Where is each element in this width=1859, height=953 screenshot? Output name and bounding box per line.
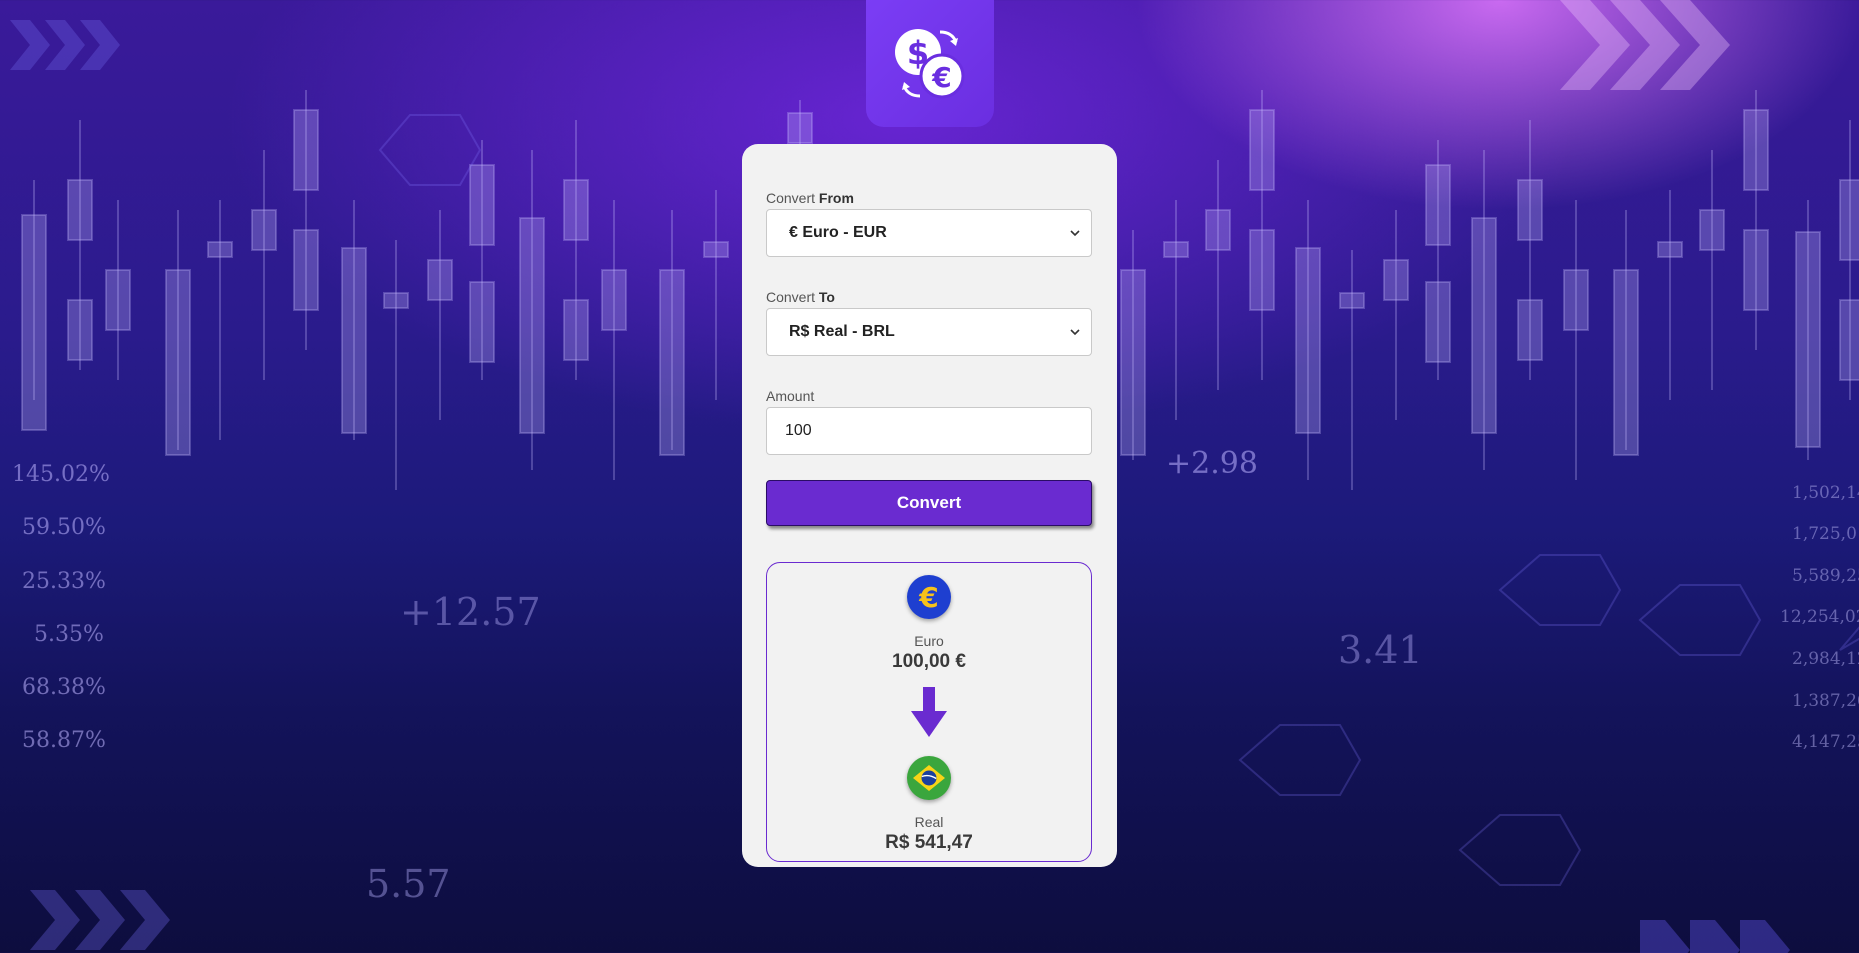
label-prefix: Convert [766,289,816,305]
convert-button[interactable]: Convert [766,480,1092,526]
currency-exchange-icon: $ € [895,28,965,98]
convert-to-value: R$ Real - BRL [789,323,895,340]
app-logo: $ € [866,0,994,127]
label-bold: From [818,190,854,206]
bg-percent-label: 68.38% [22,675,106,700]
euro-coin-icon: € [907,575,951,619]
chevron-down-icon [1069,326,1081,338]
bg-percent-label: 59.50% [22,515,106,540]
from-currency-value: 100,00 € [892,651,966,672]
bg-value-label: 1,725,01 [1792,524,1859,544]
label-prefix: Convert [766,190,816,206]
convert-from-value: € Euro - EUR [789,224,887,241]
label-bold: To [818,289,835,305]
chevron-down-icon [1069,227,1081,239]
amount-label: Amount [766,388,815,404]
bg-percent-label: 25.33% [22,569,106,594]
bg-percent-label: 145.02% [12,462,110,487]
bg-value-label: 2,984,12 [1792,649,1859,669]
bg-percent-label: 58.87% [22,728,106,753]
bg-value-label: 1,502,14 [1792,483,1859,503]
convert-from-label: Convert From [766,190,1093,206]
bg-percent-label: 5.35% [34,622,104,647]
convert-from-select[interactable]: € Euro - EUR [766,209,1092,257]
to-currency-value: R$ 541,47 [885,832,973,853]
arrow-down-icon [911,687,947,742]
conversion-result: € Euro 100,00 € Real R$ 541,47 [766,562,1092,862]
to-currency-name: Real [914,814,944,830]
svg-text:€: € [931,61,951,94]
converter-card: Convert From € Euro - EUR Convert To R$ … [742,144,1117,867]
amount-value: 100 [785,422,812,439]
convert-to-select[interactable]: R$ Real - BRL [766,308,1092,356]
bg-value-label: 12,254,02 [1780,607,1859,627]
bg-value-label: 5,589,25 [1792,566,1859,586]
bg-number-label: 3.41 [1338,628,1423,672]
brazil-flag-icon [907,756,951,800]
svg-text:€: € [918,581,938,614]
amount-input[interactable]: 100 [766,407,1092,455]
bg-value-label: 1,387,26 [1792,691,1859,711]
bg-number-label: +2.98 [1166,446,1258,481]
from-currency-name: Euro [914,633,944,649]
bg-value-label: 4,147,25 [1792,732,1859,752]
bg-number-label: 5.57 [366,862,451,906]
bg-number-label: +12.57 [400,590,541,634]
convert-to-label: Convert To [766,289,1093,305]
